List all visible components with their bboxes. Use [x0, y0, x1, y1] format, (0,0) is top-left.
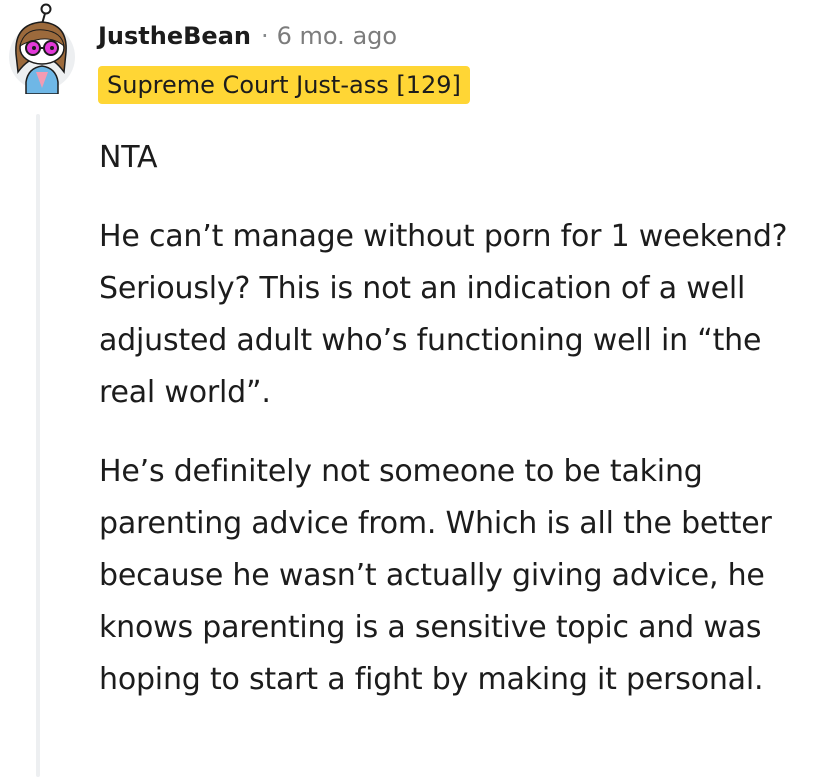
comment-meta: JustheBean · 6 mo. ago — [98, 16, 397, 56]
meta-separator: · — [261, 22, 269, 50]
comment: JustheBean · 6 mo. ago Supreme Court Jus… — [0, 0, 825, 777]
username-link[interactable]: JustheBean — [98, 22, 251, 50]
comment-paragraph: NTA — [99, 140, 158, 175]
comment-timestamp[interactable]: 6 mo. ago — [277, 22, 397, 50]
user-avatar-icon[interactable] — [6, 2, 78, 94]
comment-paragraph: He can’t manage without porn for 1 weeke… — [99, 219, 788, 410]
comment-paragraph: He’s definitely not someone to be taking… — [99, 454, 772, 697]
comment-body: NTA He can’t manage without porn for 1 w… — [99, 132, 799, 706]
thread-collapse-line[interactable] — [36, 114, 40, 777]
user-flair-badge[interactable]: Supreme Court Just-ass [129] — [98, 66, 470, 104]
